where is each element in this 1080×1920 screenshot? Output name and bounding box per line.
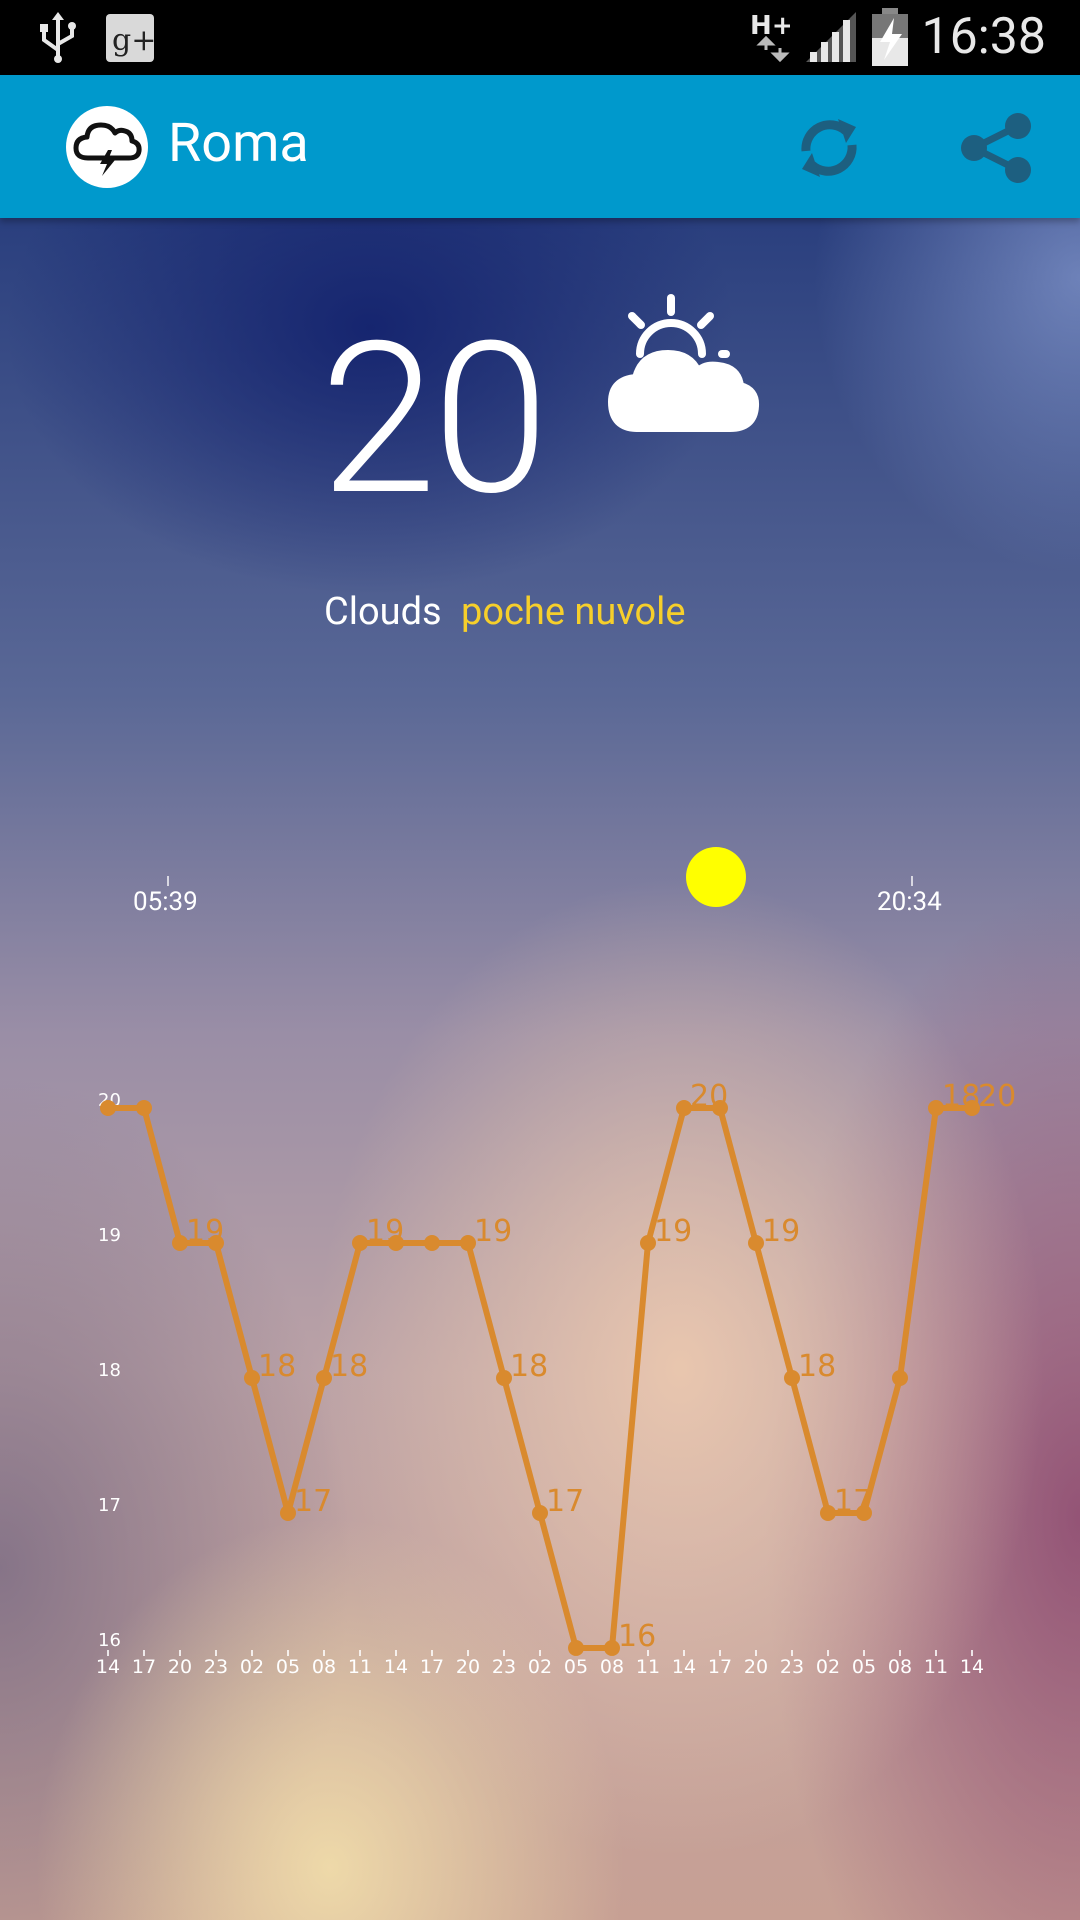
status-time: 16:38 [921, 8, 1046, 66]
storm-cloud-logo-icon[interactable] [66, 106, 148, 188]
usb-icon [40, 12, 76, 63]
sun-behind-cloud-icon [607, 294, 760, 432]
data-label: 19 [654, 1214, 692, 1249]
data-label: 19 [186, 1214, 224, 1249]
data-label: 18 [798, 1349, 836, 1384]
x-tick-label: 11 [924, 1656, 948, 1678]
condition-description: poche nuvole [461, 590, 686, 634]
status-bar: g+ H+ 16:38 [0, 0, 1080, 75]
data-label: 19 [366, 1214, 404, 1249]
x-tick-label: 17 [420, 1656, 444, 1678]
x-tick-label: 08 [600, 1656, 624, 1678]
sun-position-indicator [686, 847, 746, 907]
data-label: 17 [834, 1484, 872, 1519]
data-point [892, 1370, 908, 1386]
x-tick-label: 23 [204, 1656, 228, 1678]
x-tick-label: 05 [276, 1656, 300, 1678]
x-tick-label: 05 [852, 1656, 876, 1678]
sunset-time: 20:34 [877, 887, 942, 917]
x-tick-label: 05 [564, 1656, 588, 1678]
battery-charging-icon [872, 8, 908, 66]
x-tick-label: 14 [960, 1656, 984, 1678]
google-plus-icon: g+ [106, 14, 154, 62]
condition-main: Clouds [324, 590, 442, 634]
data-point [100, 1100, 116, 1116]
data-label: 19 [762, 1214, 800, 1249]
x-tick-label: 14 [96, 1656, 120, 1678]
x-tick-label: 20 [456, 1656, 480, 1678]
x-tick-label: 02 [528, 1656, 552, 1678]
share-button[interactable] [952, 103, 1042, 193]
y-tick-label: 18 [98, 1360, 121, 1381]
data-label: 20 [978, 1079, 1016, 1114]
y-tick-label: 19 [98, 1225, 121, 1246]
app-bar: Roma [0, 75, 1080, 218]
data-label: 18 [510, 1349, 548, 1384]
x-tick-label: 17 [132, 1656, 156, 1678]
x-tick-label: 11 [636, 1656, 660, 1678]
data-point [424, 1235, 440, 1251]
network-h-plus-icon: H+ [750, 11, 790, 63]
x-tick-label: 23 [492, 1656, 516, 1678]
refresh-icon [801, 119, 857, 177]
data-label: 20 [690, 1079, 728, 1114]
x-tick-label: 20 [168, 1656, 192, 1678]
x-tick-label: 08 [312, 1656, 336, 1678]
x-tick-label: 17 [708, 1656, 732, 1678]
data-label: 17 [294, 1484, 332, 1519]
x-tick-label: 11 [348, 1656, 372, 1678]
y-tick-label: 16 [98, 1630, 121, 1651]
data-label: 19 [474, 1214, 512, 1249]
y-tick-label: 17 [98, 1495, 121, 1516]
svg-text:H+: H+ [750, 11, 790, 41]
sunrise-time: 05:39 [133, 887, 198, 917]
data-label: 17 [546, 1484, 584, 1519]
data-point [136, 1100, 152, 1116]
x-tick-label: 23 [780, 1656, 804, 1678]
data-label: 16 [618, 1619, 656, 1654]
refresh-button[interactable] [784, 103, 874, 193]
data-label: 18 [942, 1079, 980, 1114]
temperature-chart: 16 17 18 19 20 14 17 20 23 02 05 08 11 14 17 20 23 02 05 08… [96, 1079, 1016, 1678]
x-tick-label: 14 [672, 1656, 696, 1678]
current-temperature: 20 [320, 297, 549, 543]
x-tick-label: 14 [384, 1656, 408, 1678]
svg-text:g+: g+ [112, 23, 154, 58]
x-tick-label: 02 [240, 1656, 264, 1678]
x-tick-label: 02 [816, 1656, 840, 1678]
data-label: 18 [330, 1349, 368, 1384]
data-point [568, 1640, 584, 1656]
app-title: Roma [168, 112, 309, 175]
signal-icon [806, 12, 856, 62]
share-icon [961, 113, 1031, 183]
data-label: 18 [258, 1349, 296, 1384]
x-tick-label: 08 [888, 1656, 912, 1678]
x-tick-label: 20 [744, 1656, 768, 1678]
